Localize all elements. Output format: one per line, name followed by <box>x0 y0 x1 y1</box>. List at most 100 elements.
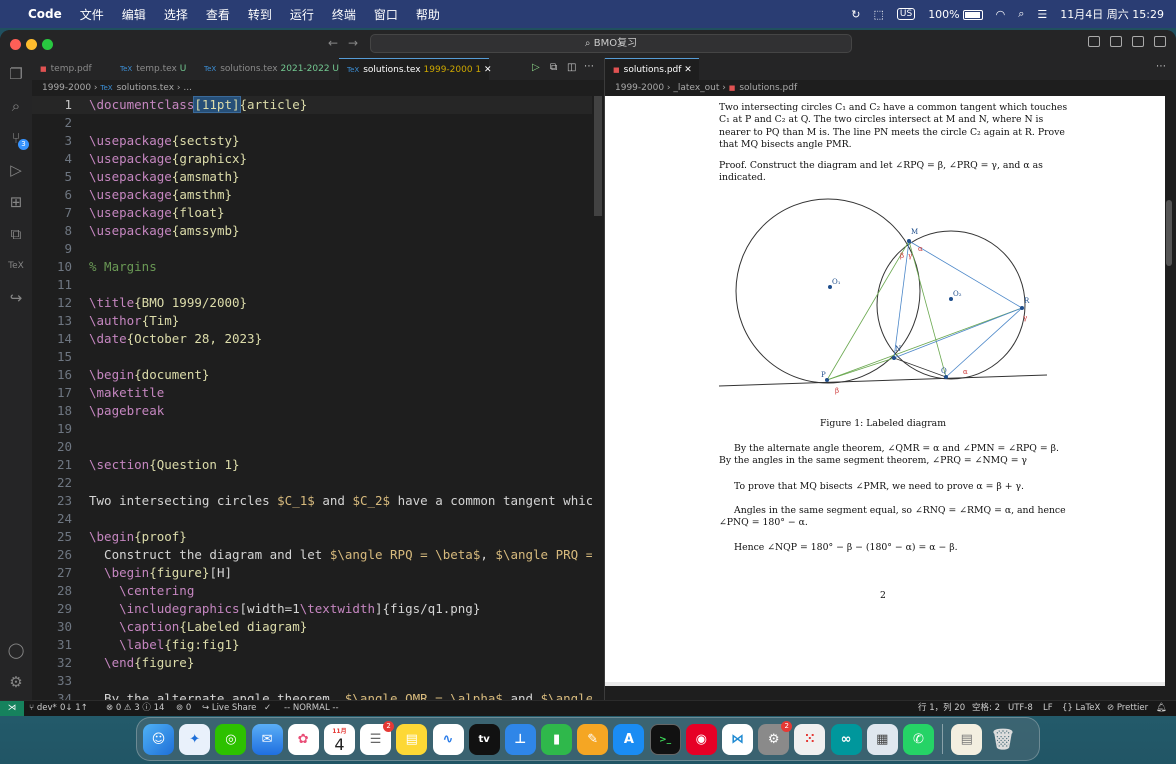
toggle-secondary-sidebar-icon[interactable] <box>1132 36 1144 47</box>
code-line[interactable]: 12 \title{BMO 1999/2000} <box>32 294 604 312</box>
formatter[interactable]: ⊘ Prettier <box>1107 701 1148 716</box>
explorer-icon[interactable]: ❐ <box>6 64 26 84</box>
sync-status[interactable]: 0↓ 1↑ <box>60 701 88 716</box>
numbers-icon[interactable]: ▮ <box>541 723 573 755</box>
zoom-window-button[interactable] <box>42 39 53 50</box>
source-control-icon[interactable]: ⑂ 3 <box>6 128 29 150</box>
code-line[interactable]: 7 \usepackage{float} <box>32 204 604 222</box>
tex-icon[interactable]: TeX <box>6 256 26 276</box>
more-actions-icon[interactable]: ⋯ <box>1156 61 1166 72</box>
system-settings-icon[interactable]: ⚙ 2 <box>758 720 793 755</box>
code-line[interactable]: 1 \documentclass[11pt]{article} <box>32 96 604 114</box>
spotlight-icon[interactable]: ⌕ <box>1018 7 1024 21</box>
remote-explorer-icon[interactable]: ⧉ <box>6 224 26 244</box>
tab-temp-pdf[interactable]: ■ temp.pdf <box>32 58 112 80</box>
code-line[interactable]: 22 <box>32 474 604 492</box>
line-number[interactable]: 28 <box>32 582 72 600</box>
forward-arrow-icon[interactable]: → <box>348 36 358 50</box>
run-debug-icon[interactable]: ▷ <box>6 160 26 180</box>
netease-music-icon[interactable]: ◉ <box>685 723 717 755</box>
tab-solutions-pdf[interactable]: ■ solutions.pdf ✕ <box>605 58 699 80</box>
line-number[interactable]: 22 <box>32 474 72 492</box>
line-number[interactable]: 12 <box>32 294 72 312</box>
code-line[interactable]: 2 <box>32 114 604 132</box>
code-line[interactable]: 9 <box>32 240 604 258</box>
code-line[interactable]: 19 <box>32 420 604 438</box>
code-line[interactable]: 10 % Margins <box>32 258 604 276</box>
calendar-icon[interactable]: 11月 4 <box>323 723 355 755</box>
cursor-position[interactable]: 行 1，列 20 <box>918 701 965 716</box>
keynote-icon[interactable]: ⊥ <box>504 723 536 755</box>
safari-icon[interactable]: ✦ <box>179 723 211 755</box>
minimize-window-button[interactable] <box>26 39 37 50</box>
line-number[interactable]: 16 <box>32 366 72 384</box>
vscode-icon[interactable]: ⋈ <box>722 723 753 755</box>
wechat-icon[interactable]: ◎ <box>215 723 247 755</box>
live-share-icon[interactable]: ↪ <box>6 288 26 308</box>
code-line[interactable]: 32 \end{figure} <box>32 654 604 672</box>
indentation[interactable]: 空格: 2 <box>972 701 1000 716</box>
line-number[interactable]: 9 <box>32 240 72 258</box>
editor-scrollbar[interactable] <box>594 96 602 216</box>
menu-file[interactable]: 文件 <box>80 6 104 23</box>
screen-icon[interactable]: ⬚ <box>873 8 883 21</box>
branch-indicator[interactable]: ⑂ dev* <box>29 701 57 716</box>
menu-edit[interactable]: 编辑 <box>122 6 146 23</box>
code-line[interactable]: 26 Construct the diagram and let $\angle… <box>32 546 604 564</box>
notes-icon[interactable]: ▤ <box>396 723 428 755</box>
reminders-icon[interactable]: ☰ 2 <box>360 720 395 755</box>
code-line[interactable]: 27 \begin{figure}[H] <box>32 564 604 582</box>
line-number[interactable]: 24 <box>32 510 72 528</box>
breadcrumb-subfolder[interactable]: _latex_out <box>673 83 719 93</box>
line-number[interactable]: 14 <box>32 330 72 348</box>
line-number[interactable]: 4 <box>32 150 72 168</box>
code-line[interactable]: 11 <box>32 276 604 294</box>
view-source-icon[interactable]: ⧉ <box>550 62 557 73</box>
line-number[interactable]: 10 <box>32 258 72 276</box>
code-line[interactable]: 5 \usepackage{amsmath} <box>32 168 604 186</box>
end-of-line[interactable]: LF <box>1043 701 1053 716</box>
code-line[interactable]: 15 <box>32 348 604 366</box>
breadcrumb-file[interactable]: solutions.pdf <box>739 83 797 93</box>
breadcrumb-folder[interactable]: 1999-2000 <box>42 83 91 93</box>
remote-indicator-icon[interactable]: ⋊ <box>0 701 24 716</box>
encoding[interactable]: UTF-8 <box>1008 701 1033 716</box>
finder-icon[interactable]: ☺ <box>143 723 174 755</box>
preview-icon[interactable]: ▦ <box>866 723 898 755</box>
code-line[interactable]: 18 \pagebreak <box>32 402 604 420</box>
code-line[interactable]: 17 \maketitle <box>32 384 604 402</box>
code-line[interactable]: 30 \caption{Labeled diagram} <box>32 618 604 636</box>
toggle-panel-icon[interactable] <box>1110 36 1122 47</box>
search-view-icon[interactable]: ⌕ <box>6 96 26 116</box>
pages-icon[interactable]: ✎ <box>577 723 609 755</box>
terminal-icon[interactable]: >_ <box>649 723 681 755</box>
close-tab-icon[interactable]: ✕ <box>684 65 692 75</box>
whatsapp-icon[interactable]: ✆ <box>902 723 934 755</box>
battery-status[interactable]: 100% <box>928 8 983 21</box>
toggle-sidebar-icon[interactable] <box>1088 36 1100 47</box>
app-store-icon[interactable]: A <box>613 723 645 755</box>
breadcrumb-folder[interactable]: 1999-2000 <box>615 83 664 93</box>
line-number[interactable]: 29 <box>32 600 72 618</box>
command-center-search[interactable]: ⌕ BMO复习 <box>370 34 852 53</box>
pdf-scrollbar[interactable] <box>1166 200 1172 266</box>
code-line[interactable]: 24 <box>32 510 604 528</box>
line-number[interactable]: 23 <box>32 492 72 510</box>
code-line[interactable]: 31 \label{fig:fig1} <box>32 636 604 654</box>
menu-view[interactable]: 查看 <box>206 6 230 23</box>
line-number[interactable]: 13 <box>32 312 72 330</box>
check-icon[interactable]: ✓ <box>264 701 271 716</box>
code-editor[interactable]: 1 \documentclass[11pt]{article} 2 3 \usepack… <box>32 96 604 700</box>
line-number[interactable]: 31 <box>32 636 72 654</box>
customize-layout-icon[interactable] <box>1154 36 1166 47</box>
menu-window[interactable]: 窗口 <box>374 6 398 23</box>
manage-gear-icon[interactable]: ⚙ <box>6 672 26 692</box>
line-number[interactable]: 20 <box>32 438 72 456</box>
close-tab-icon[interactable]: ✕ <box>484 65 492 75</box>
code-line[interactable]: 25 \begin{proof} <box>32 528 604 546</box>
code-line[interactable]: 21 \section{Question 1} <box>32 456 604 474</box>
trash-icon[interactable]: 🗑︎ <box>988 724 1019 755</box>
input-source-indicator[interactable]: US <box>896 8 916 20</box>
code-line[interactable]: 23 Two intersecting circles $C_1$ and $C_… <box>32 492 604 510</box>
line-number[interactable]: 11 <box>32 276 72 294</box>
